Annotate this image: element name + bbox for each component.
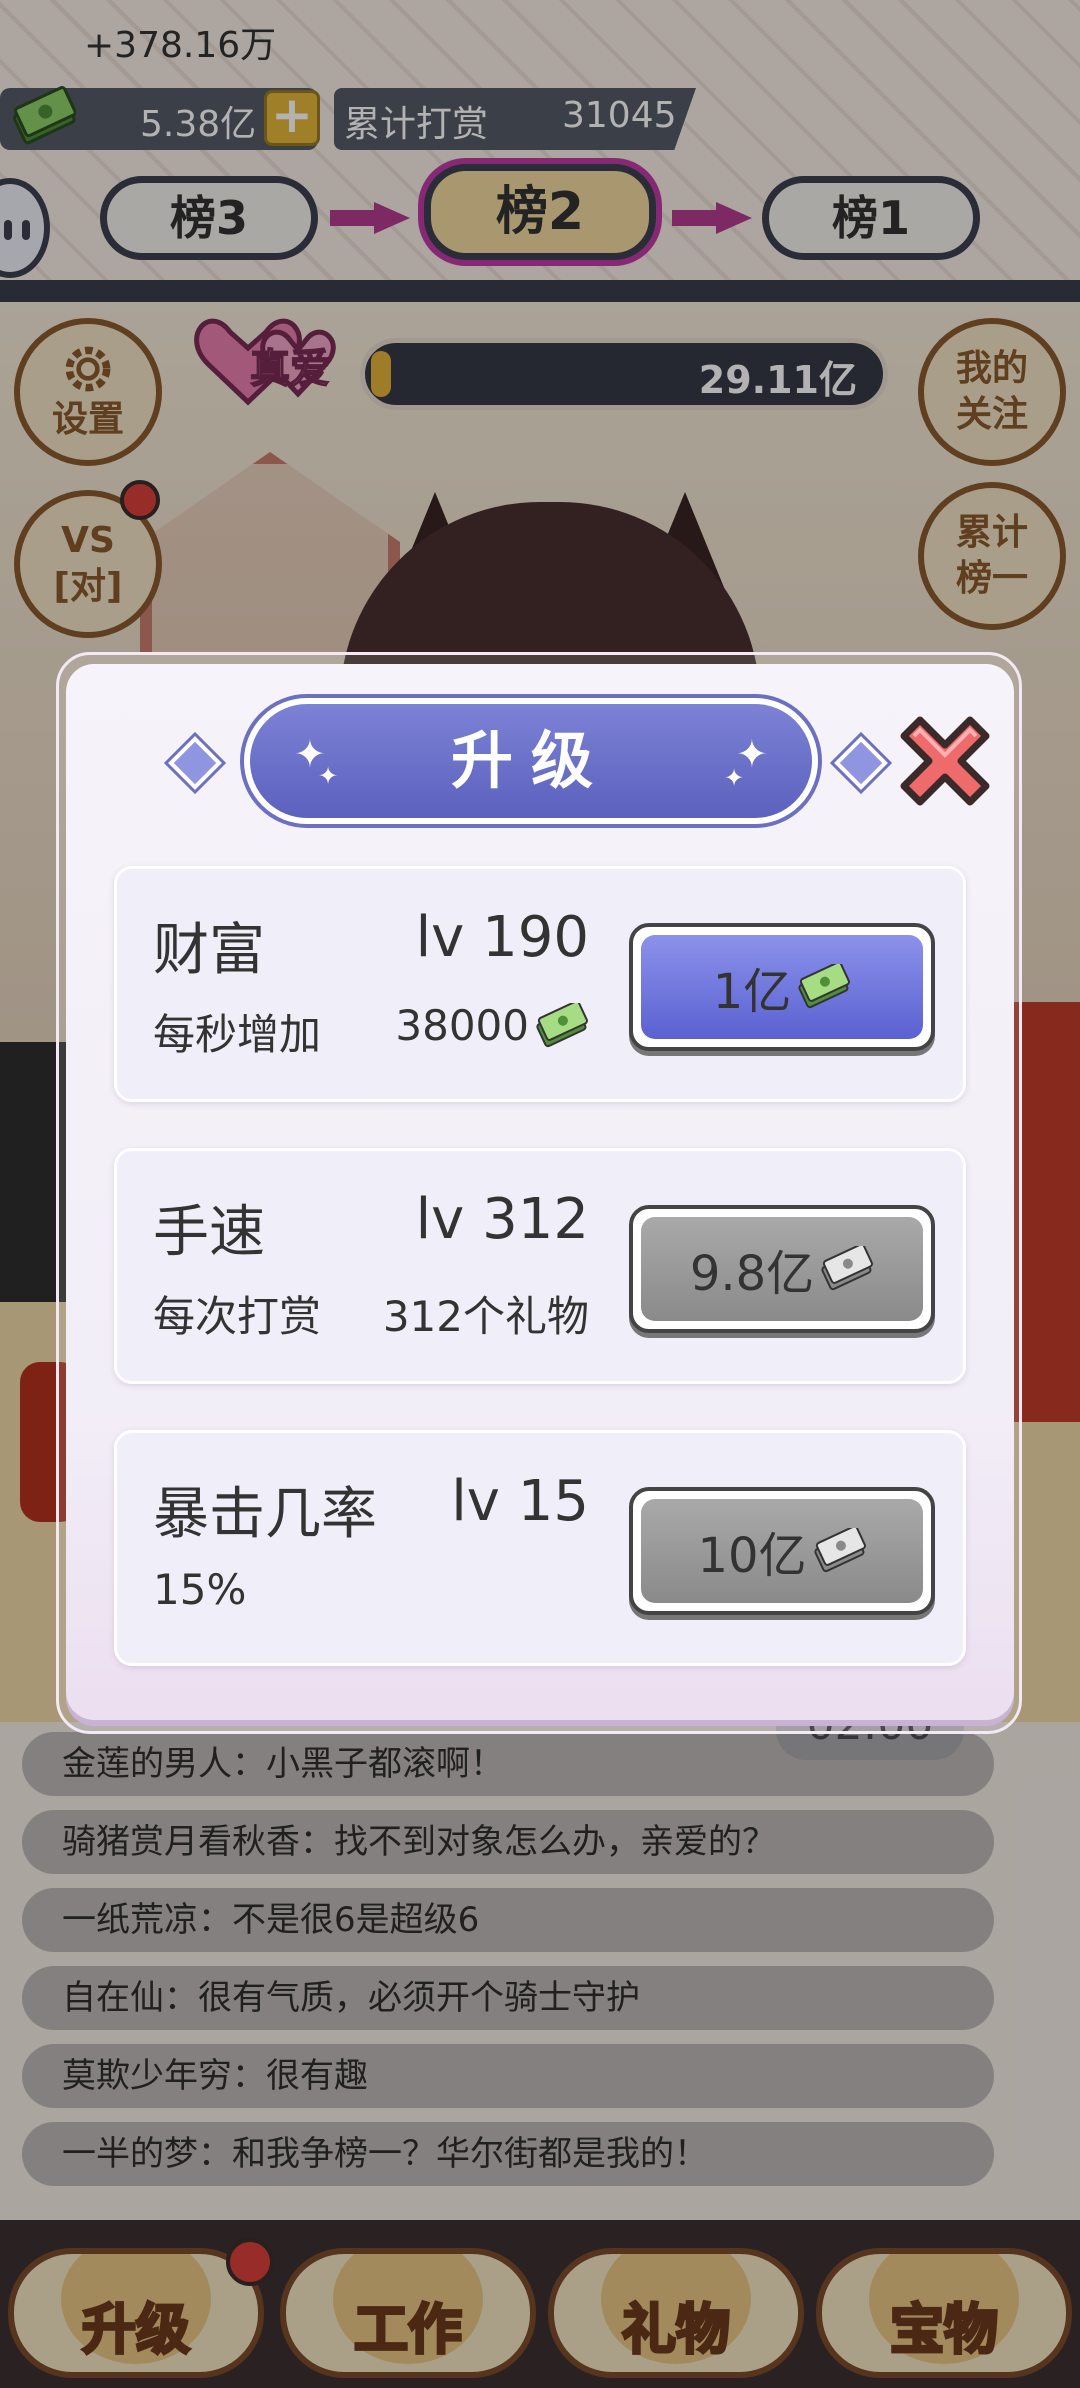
- upgrade-wealth-button[interactable]: 1亿: [629, 923, 935, 1051]
- money-icon: [536, 1002, 588, 1047]
- money-icon: [798, 964, 851, 1009]
- item-desc: 每秒增加: [153, 1010, 322, 1059]
- item-desc: 15%: [153, 1565, 247, 1614]
- upgrade-speed-button[interactable]: 9.8亿: [629, 1205, 935, 1333]
- money-icon: [813, 1528, 866, 1573]
- cost-label: 9.8亿: [689, 1246, 815, 1302]
- item-level: lv 312: [415, 1187, 589, 1252]
- upgrade-button-face: 1亿: [641, 935, 923, 1039]
- close-icon[interactable]: [890, 706, 1000, 816]
- item-name: 暴击几率: [153, 1482, 377, 1547]
- item-desc-value: 38000: [395, 1001, 589, 1050]
- upgrade-item-wealth: 财富 lv 190 每秒增加 38000 1亿: [114, 866, 966, 1102]
- upgrade-item-crit: 暴击几率 lv 15 15% 10亿: [114, 1430, 966, 1666]
- item-level: lv 190: [415, 905, 589, 970]
- item-desc-value: 312个礼物: [382, 1292, 589, 1341]
- cost-label: 10亿: [697, 1528, 807, 1584]
- item-desc-value-text: 38000: [395, 1001, 529, 1050]
- item-name: 手速: [153, 1200, 265, 1265]
- cost-label: 1亿: [712, 964, 792, 1020]
- money-icon: [821, 1246, 874, 1291]
- item-name: 财富: [153, 918, 265, 983]
- dialog-title: 升级: [450, 724, 611, 797]
- item-desc: 每次打赏: [153, 1292, 322, 1341]
- upgrade-button-face: 9.8亿: [641, 1217, 923, 1321]
- upgrade-item-speed: 手速 lv 312 每次打赏 312个礼物 9.8亿: [114, 1148, 966, 1384]
- item-level: lv 15: [451, 1469, 589, 1534]
- upgrade-button-face: 10亿: [641, 1499, 923, 1603]
- upgrade-crit-button[interactable]: 10亿: [629, 1487, 935, 1615]
